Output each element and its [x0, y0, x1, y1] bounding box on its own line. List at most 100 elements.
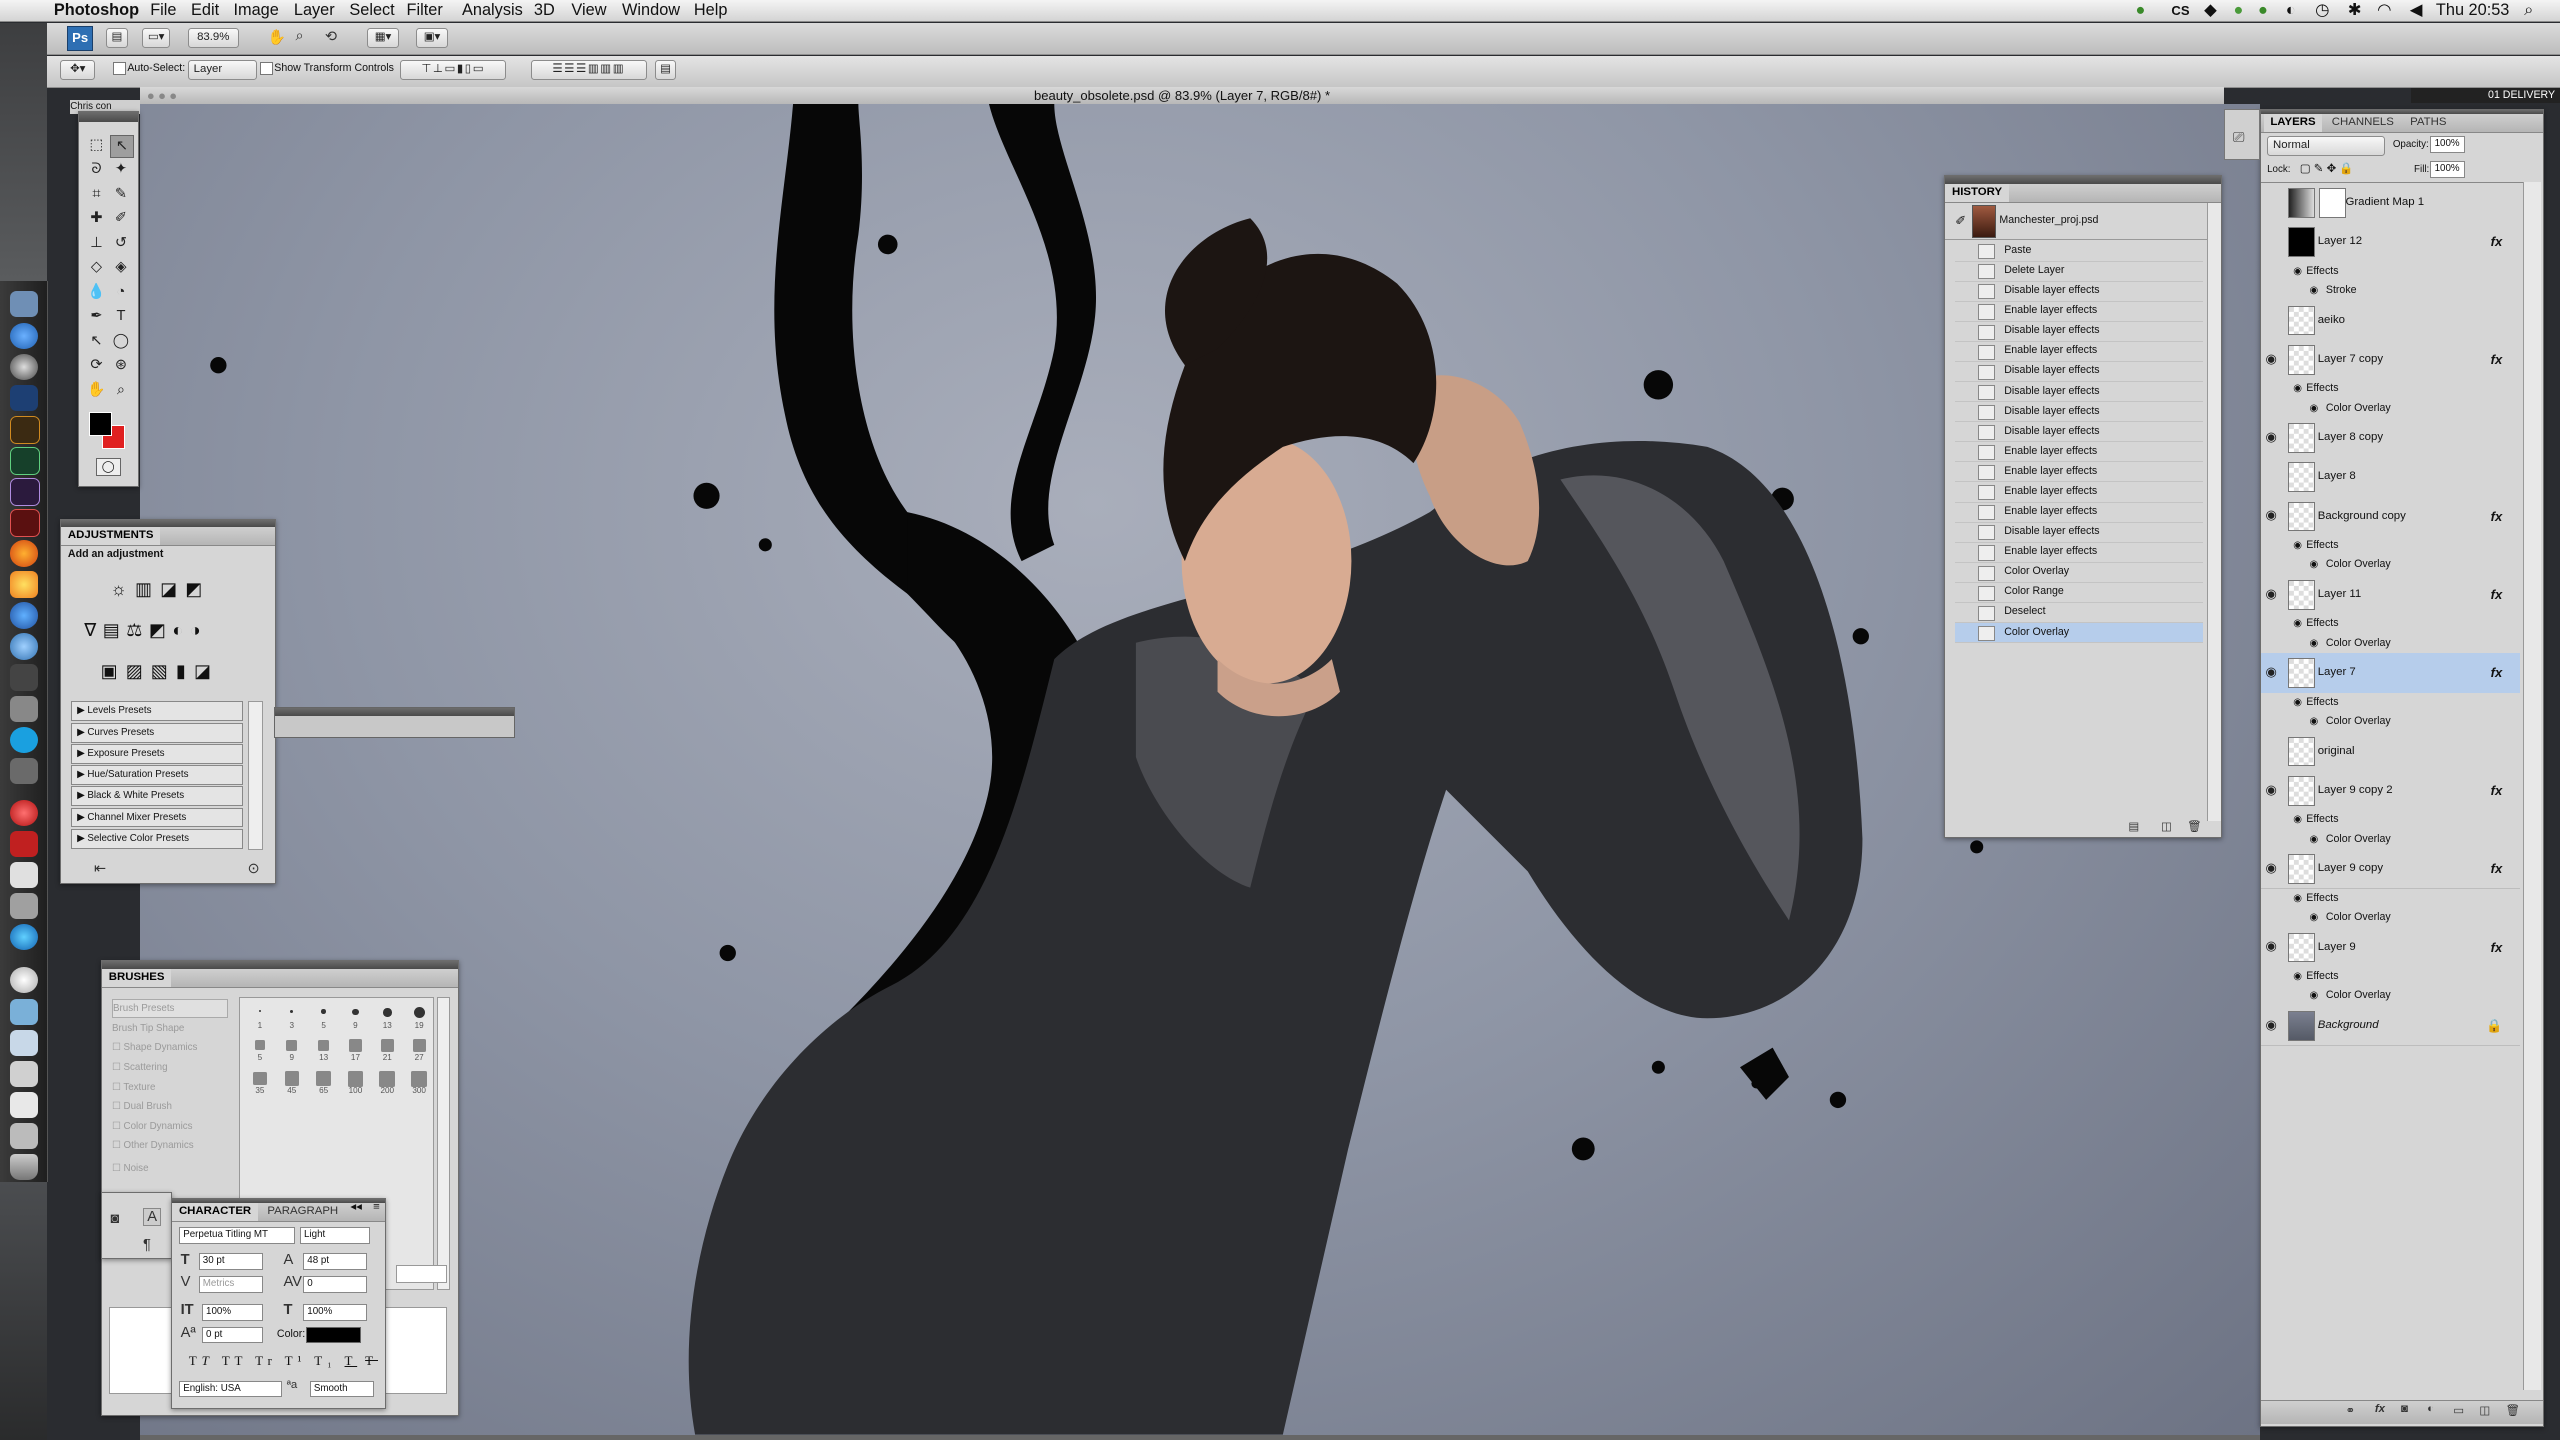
color-dynamics-option[interactable]: ☐ Color Dynamics — [112, 1118, 226, 1136]
3d-orbit-tool-icon[interactable]: ⊛ — [110, 355, 131, 376]
menu-app-photoshop[interactable]: Photoshop — [54, 0, 139, 21]
layer-effect-row[interactable]: ◉ Stroke — [2260, 281, 2521, 302]
status-icon-2[interactable]: ◆ — [2204, 0, 2217, 21]
skype-icon[interactable] — [9, 726, 38, 753]
layer-effects-row[interactable]: ◉ Effects — [2260, 614, 2521, 635]
layer-row[interactable]: Layer 8 — [2260, 457, 2521, 498]
eye-icon[interactable]: ◉ — [2310, 281, 2319, 301]
crop-tool-icon[interactable]: ⌗ — [86, 184, 107, 205]
exposure-presets[interactable]: ▶ Exposure Presets — [71, 743, 243, 764]
layer-effect-row[interactable]: ◉ Color Overlay — [2260, 398, 2521, 420]
tracking-field[interactable]: 0 — [303, 1276, 368, 1293]
eye-icon[interactable]: ◉ — [2293, 693, 2302, 713]
scattering-option[interactable]: ☐ Scattering — [112, 1059, 226, 1077]
eye-icon[interactable]: ◉ — [2265, 1016, 2283, 1034]
brush-tip[interactable]: 45 — [277, 1066, 306, 1097]
move-tool-preset-picker[interactable]: ✥▾ — [60, 60, 96, 81]
layer-effect-row[interactable]: ◉ Color Overlay — [2260, 829, 2521, 851]
app-icon-11[interactable] — [9, 602, 38, 629]
status-icon-5[interactable]: ◐ — [2286, 0, 2296, 21]
arrange-documents-button[interactable]: ▦▾ — [367, 27, 399, 48]
paragraph-panel-icon[interactable]: ¶ — [143, 1237, 151, 1253]
menu-file[interactable]: File — [150, 0, 176, 21]
shape-dynamics-option[interactable]: ☐ Shape Dynamics — [112, 1039, 226, 1057]
status-icon-3[interactable]: ● — [2233, 0, 2243, 21]
history-panel-icon[interactable]: ⎚ — [2233, 130, 2245, 146]
history-state[interactable]: Enable layer effects — [1955, 462, 2204, 483]
history-state[interactable]: Disable layer effects — [1955, 522, 2204, 543]
app-icon-16[interactable] — [9, 757, 38, 784]
history-state[interactable]: Disable layer effects — [1955, 321, 2204, 342]
fx-icon[interactable]: fx — [2491, 653, 2503, 692]
app-icon-22[interactable] — [9, 966, 38, 993]
language-select[interactable]: English: USA — [178, 1380, 283, 1398]
app-icon-26[interactable] — [9, 1092, 38, 1119]
volume-icon[interactable]: ◀ — [2410, 0, 2423, 21]
menu-window[interactable]: Window — [622, 0, 680, 21]
app-icon-10[interactable] — [9, 571, 38, 598]
new-adjustment-layer-icon[interactable]: ◐ — [2427, 1403, 2434, 1415]
brush-tip[interactable]: 5 — [245, 1034, 274, 1065]
eyedropper-tool-icon[interactable]: ✎ — [110, 184, 131, 205]
layer-row[interactable]: ◉ Layer 8 copy — [2260, 418, 2521, 459]
brush-presets-button[interactable]: Brush Presets — [112, 998, 229, 1019]
auto-select-checkbox[interactable] — [112, 62, 127, 76]
layer-row[interactable]: ◉ Layer 7 copy fx — [2260, 339, 2521, 381]
eye-icon[interactable]: ◉ — [2293, 262, 2302, 282]
brush-tip-shape-option[interactable]: Brush Tip Shape — [112, 1020, 226, 1038]
menu-edit[interactable]: Edit — [191, 0, 219, 21]
align-buttons[interactable]: ⊤⊥▭▮▯▭ — [399, 60, 507, 81]
font-style-select[interactable]: Light — [299, 1227, 371, 1244]
tab-adjustments[interactable]: ADJUSTMENTS — [61, 526, 160, 545]
clock-text[interactable]: Thu 20:53 — [2436, 0, 2509, 21]
fx-icon[interactable]: fx — [2491, 575, 2503, 614]
app-icon-17[interactable] — [9, 799, 38, 827]
app-icon-12[interactable] — [9, 633, 38, 660]
brush-tip[interactable]: 100 — [341, 1066, 370, 1097]
eye-icon[interactable]: ◉ — [2265, 350, 2283, 368]
layer-effect-row[interactable]: ◉ Color Overlay — [2260, 712, 2521, 733]
zoom-tool-panel-icon[interactable]: ⌕ — [110, 380, 131, 401]
link-layers-icon[interactable]: ⚭ — [2345, 1403, 2355, 1417]
vertical-scale-field[interactable]: 100% — [201, 1303, 263, 1321]
layer-row[interactable]: ◉ Layer 9 fx — [2260, 927, 2521, 968]
layer-effects-row[interactable]: ◉ Effects — [2260, 379, 2521, 400]
tab-character[interactable]: CHARACTER — [172, 1202, 258, 1221]
illustrator-dock-icon[interactable] — [9, 416, 40, 445]
flash-dock-icon[interactable] — [9, 509, 40, 538]
history-state[interactable]: Enable layer effects — [1955, 502, 2204, 523]
history-state[interactable]: Disable layer effects — [1955, 422, 2204, 443]
eye-icon[interactable]: ◉ — [2265, 663, 2283, 681]
baseline-shift-field[interactable]: 0 pt — [201, 1326, 263, 1344]
3d-rotate-tool-icon[interactable]: ⟳ — [86, 355, 107, 376]
dual-brush-option[interactable]: ☐ Dual Brush — [112, 1098, 226, 1116]
brush-size-field[interactable] — [396, 1264, 448, 1283]
history-state[interactable]: Paste — [1955, 241, 2204, 262]
layer-row[interactable]: ◉ Layer 9 copy fx — [2260, 849, 2521, 890]
new-snapshot-icon[interactable]: ◫ — [2161, 819, 2172, 833]
app-icon-18[interactable] — [9, 831, 38, 858]
brush-tip[interactable]: 5 — [309, 1001, 338, 1032]
new-group-icon[interactable]: ▭ — [2453, 1403, 2464, 1417]
eye-icon[interactable]: ◉ — [2265, 506, 2283, 524]
magic-wand-tool-icon[interactable]: ✦ — [110, 159, 131, 180]
layer-effects-row[interactable]: ◉ Effects — [2260, 966, 2521, 988]
adjustment-icons-row-1[interactable]: ☼▥◪◩ — [110, 579, 210, 600]
blur-tool-icon[interactable]: 💧 — [86, 282, 107, 303]
layer-row[interactable]: original — [2260, 731, 2521, 772]
search-icon[interactable]: ⌕ — [2524, 0, 2533, 21]
menu-filter[interactable]: Filter — [407, 0, 443, 21]
layer-effect-row[interactable]: ◉ Color Overlay — [2260, 633, 2521, 655]
brush-tip[interactable]: 200 — [373, 1066, 402, 1097]
screen-mode-button[interactable]: ▣▾ — [416, 27, 448, 48]
eye-icon[interactable]: ◉ — [2310, 634, 2319, 654]
documents-folder-icon[interactable] — [9, 1030, 38, 1057]
antialias-select[interactable]: Smooth — [309, 1380, 374, 1398]
app-icon-19[interactable] — [9, 862, 38, 889]
eye-icon[interactable] — [2265, 232, 2283, 250]
brush-tip[interactable]: 1 — [245, 1001, 274, 1032]
texture-option[interactable]: ☐ Texture — [112, 1079, 226, 1097]
menu-analysis[interactable]: Analysis — [462, 0, 523, 21]
healing-brush-tool-icon[interactable]: ✚ — [86, 208, 107, 229]
zoom-tool-icon[interactable]: ⌕ — [296, 28, 304, 44]
